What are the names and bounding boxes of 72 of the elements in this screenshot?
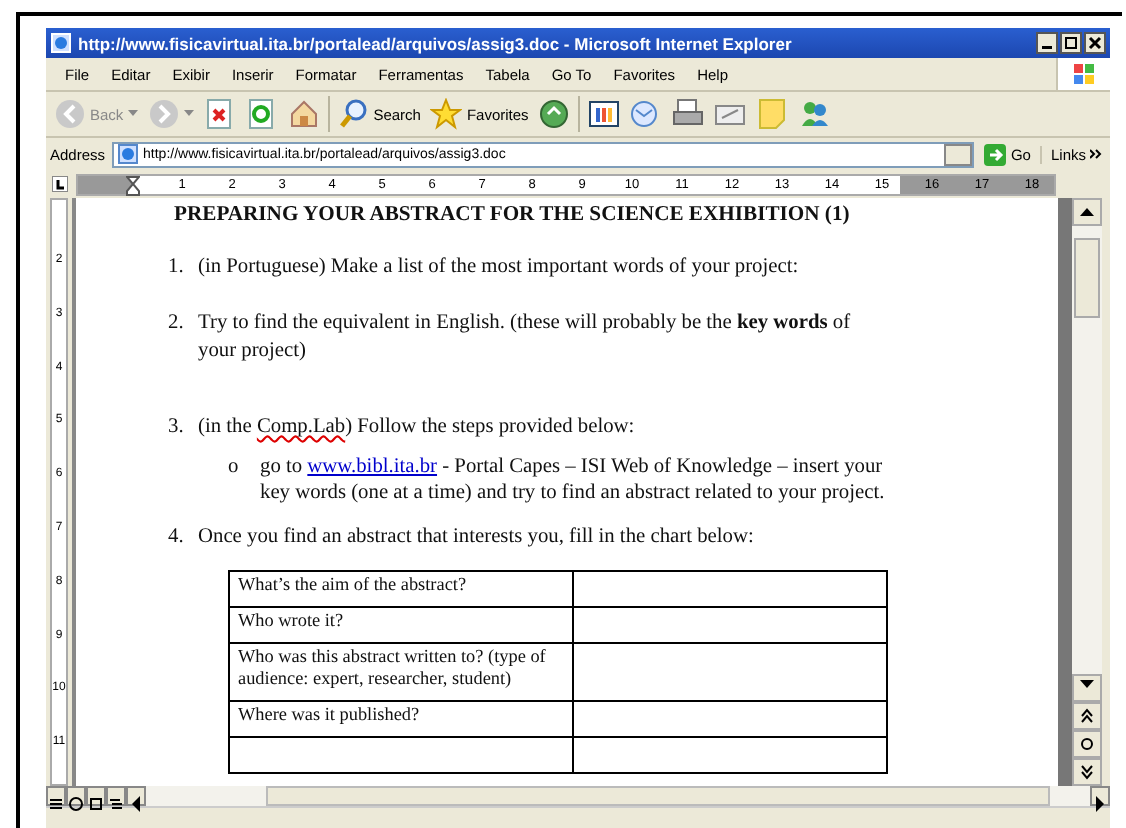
media-icon bbox=[538, 98, 571, 130]
list-number: 4. bbox=[168, 524, 186, 552]
maximize-icon bbox=[1062, 34, 1080, 52]
caret-icon bbox=[183, 110, 194, 118]
close-icon bbox=[1086, 34, 1104, 52]
address-icon bbox=[117, 144, 138, 164]
print-view-icon bbox=[88, 796, 104, 812]
document-heading: PREPARING YOUR ABSTRACT FOR THE SCIENCE EXHIBITION (1) bbox=[174, 204, 852, 226]
arrow-right-icon bbox=[147, 98, 180, 130]
outline-view-button[interactable] bbox=[106, 786, 126, 806]
normal-view-icon bbox=[48, 796, 64, 812]
web-view-button[interactable] bbox=[66, 786, 86, 806]
list-number: 3. bbox=[168, 414, 186, 442]
scroll-right-icon bbox=[1092, 796, 1108, 812]
browse-object-icon bbox=[1080, 736, 1094, 752]
table-cell: Who wrote it? bbox=[229, 607, 573, 643]
home-icon bbox=[287, 98, 320, 130]
scroll-left-button[interactable] bbox=[126, 786, 146, 806]
table-cell: Where was it published? bbox=[229, 701, 573, 737]
window-title: http://www.fisicavirtual.ita.br/portalead/arquivos/assig3.doc - Microsoft Internet Explorer bbox=[78, 33, 794, 53]
horizontal-scrollbar[interactable] bbox=[146, 786, 1090, 806]
scroll-thumb[interactable] bbox=[1074, 238, 1100, 318]
web-view-icon bbox=[68, 796, 84, 812]
stop-icon bbox=[203, 98, 236, 130]
note-icon bbox=[756, 98, 789, 130]
list-item-text: (in Portuguese) Make a list of the most important words of your project: bbox=[198, 254, 801, 282]
answer-cell[interactable] bbox=[573, 571, 887, 607]
print-view-button[interactable] bbox=[86, 786, 106, 806]
browse-object-button[interactable] bbox=[1072, 730, 1102, 758]
document-icon bbox=[50, 32, 72, 54]
dropdown-button[interactable] bbox=[944, 143, 973, 165]
outline-view-icon bbox=[108, 796, 124, 812]
search-icon bbox=[337, 98, 370, 130]
chevron-icon bbox=[1090, 148, 1102, 160]
list-item-text: Once you find an abstract that interests you, fill in the chart below: bbox=[198, 524, 756, 552]
table-cell: Who was this abstract written to? (type of audience: expert, researcher, student) bbox=[229, 643, 573, 701]
indent-marker-icon[interactable] bbox=[126, 176, 140, 196]
list-item-text: (in the Comp.Lab) Follow the steps provided below: bbox=[198, 414, 637, 442]
scroll-up-icon bbox=[1080, 208, 1094, 216]
bullet-text: go to www.bibl.ita.br - Portal Capes – ISI Web of Knowledge – insert your key words (one at a time) and try to find an abstract related to your project. bbox=[260, 454, 887, 506]
previous-page-button[interactable] bbox=[1072, 702, 1102, 730]
link[interactable]: www.bibl.ita.br bbox=[307, 456, 438, 478]
next-page-icon bbox=[1080, 764, 1094, 780]
previous-page-icon bbox=[1080, 708, 1094, 724]
scroll-up-button[interactable] bbox=[1072, 198, 1102, 226]
list-item-text: Try to find the equivalent in English. (these will probably be the key words of your project) bbox=[198, 310, 853, 366]
arrow-left-icon bbox=[54, 98, 86, 130]
close-button[interactable] bbox=[1084, 32, 1106, 54]
bullet-marker: o bbox=[228, 454, 241, 482]
messenger-icon bbox=[798, 98, 831, 130]
minimize-button[interactable] bbox=[1036, 32, 1058, 54]
list-number: 2. bbox=[168, 310, 186, 338]
maximize-button[interactable] bbox=[1060, 32, 1082, 54]
ruler-margin bbox=[78, 176, 132, 194]
scroll-down-button[interactable] bbox=[1072, 674, 1102, 702]
answer-cell[interactable] bbox=[573, 701, 887, 737]
answer-cell[interactable] bbox=[573, 643, 887, 701]
answer-cell[interactable] bbox=[573, 607, 887, 643]
tab-stop-icon[interactable] bbox=[46, 172, 72, 196]
refresh-icon bbox=[245, 98, 278, 130]
caret-icon bbox=[127, 110, 138, 118]
media-button[interactable] bbox=[536, 94, 573, 134]
vertical-scrollbar[interactable] bbox=[1072, 198, 1102, 786]
mail-icon bbox=[630, 98, 663, 130]
next-page-button[interactable] bbox=[1072, 758, 1102, 786]
go-icon bbox=[984, 143, 1007, 165]
history-icon bbox=[588, 98, 621, 130]
normal-view-button[interactable] bbox=[46, 786, 66, 806]
list-number: 1. bbox=[168, 254, 186, 282]
scroll-right-button[interactable] bbox=[1090, 786, 1110, 806]
favorites-icon bbox=[430, 98, 463, 130]
table-cell: What’s the aim of the abstract? bbox=[229, 571, 573, 607]
